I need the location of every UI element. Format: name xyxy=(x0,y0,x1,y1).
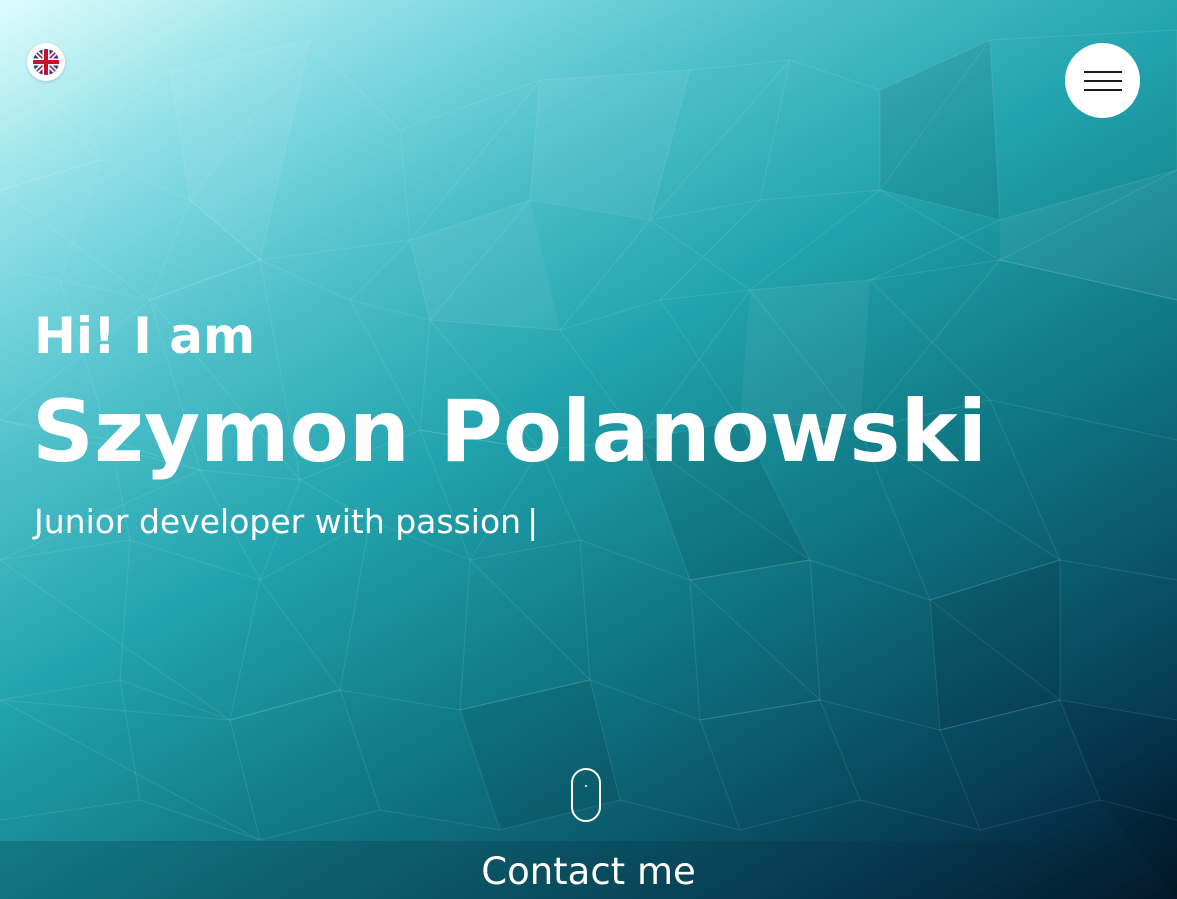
language-switch-button[interactable] xyxy=(27,43,65,81)
mouse-scroll-icon[interactable] xyxy=(571,768,601,822)
hamburger-icon-bar-middle xyxy=(1083,79,1122,82)
mouse-wheel-dot xyxy=(585,785,587,787)
hero-section: Hi! I am Szymon Polanowski Junior develo… xyxy=(0,0,1177,899)
typing-caret: | xyxy=(527,502,539,541)
hero-tagline: Junior developer with passion | xyxy=(34,500,538,544)
hamburger-icon-bar-bottom xyxy=(1083,88,1122,91)
hero-name: Szymon Polanowski xyxy=(32,382,988,482)
tagline-text: Junior developer with passion xyxy=(34,502,522,541)
uk-flag-icon xyxy=(33,49,59,75)
contact-me-label: Contact me xyxy=(481,850,696,893)
menu-button[interactable] xyxy=(1065,43,1140,118)
hero-greeting: Hi! I am xyxy=(34,307,256,365)
hamburger-icon-bar-top xyxy=(1083,70,1122,73)
contact-me-button[interactable]: Contact me xyxy=(0,841,1177,899)
